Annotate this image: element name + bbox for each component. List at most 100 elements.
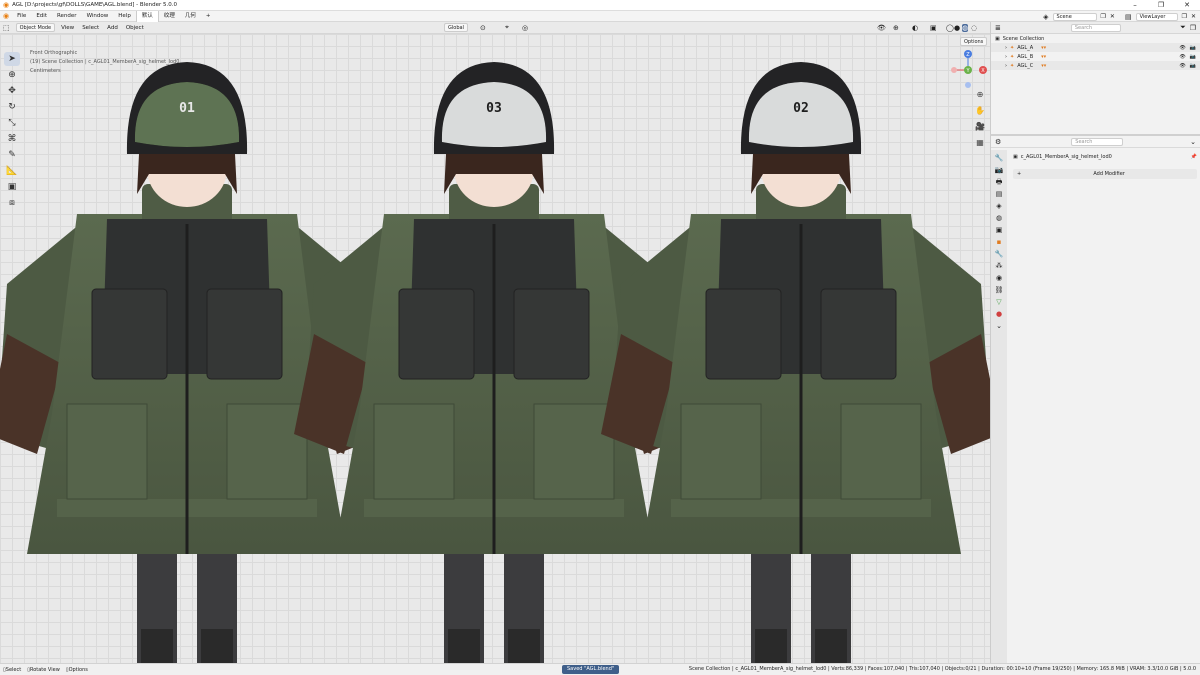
overlay-toggle-icon[interactable]: ◐ (912, 24, 918, 32)
scene-copy-icon[interactable]: ❐ (1101, 13, 1106, 20)
scene-icon: ◈ (1043, 12, 1049, 21)
menu-window[interactable]: Window (82, 13, 114, 19)
viewport-header: ⬚ Object Mode View Select Add Object Glo… (0, 22, 990, 34)
minimize-button[interactable]: – (1122, 0, 1148, 11)
scene-remove-icon[interactable]: ✕ (1110, 13, 1115, 20)
xray-icon[interactable]: ▣ (930, 24, 937, 32)
measure-tool-icon[interactable]: 📐 (4, 164, 20, 178)
menu-object[interactable]: Object (122, 25, 148, 31)
add-workspace-button[interactable]: + (201, 11, 216, 22)
gizmo-neg-x-axis[interactable] (951, 67, 957, 73)
eye-icon[interactable]: 👁 (1179, 54, 1185, 60)
close-button[interactable]: ✕ (1174, 0, 1200, 11)
outliner-row-agl-c[interactable]: › ✦ AGL_C ▾▾ 👁 📷 (991, 61, 1200, 70)
new-collection-icon[interactable]: ❐ (1190, 24, 1196, 32)
view-layer-copy-icon[interactable]: ❐ (1182, 13, 1187, 20)
more-tabs-icon[interactable]: ⌄ (996, 322, 1002, 331)
rotate-tool-icon[interactable]: ↻ (4, 100, 20, 114)
view-layer-selector[interactable]: ViewLayer (1135, 12, 1178, 21)
menu-select[interactable]: Select (78, 25, 103, 31)
expand-arrow-icon[interactable]: › (1005, 63, 1007, 69)
transform-tool-icon[interactable]: ⌘ (4, 132, 20, 146)
render-tab-icon[interactable]: 📷 (995, 166, 1004, 175)
annotate-tool-icon[interactable]: ✎ (4, 148, 20, 162)
pivot-icon[interactable]: ⊙ (480, 24, 486, 32)
gizmo-neg-z-axis[interactable] (965, 82, 971, 88)
maximize-button[interactable]: ❐ (1148, 0, 1174, 11)
object-mode-dropdown[interactable]: Object Mode (15, 23, 56, 32)
outliner-search-input[interactable]: Search (1070, 23, 1121, 32)
view-layer-tab-icon[interactable]: ▤ (996, 190, 1003, 199)
extrude-tool-icon[interactable]: ⧈ (4, 196, 20, 210)
material-tab-icon[interactable]: ● (996, 310, 1002, 319)
outliner-row-agl-b[interactable]: › ✦ AGL_B ▾▾ 👁 📷 (991, 52, 1200, 61)
shading-wireframe-icon[interactable]: ◯ (946, 24, 954, 32)
camera-icon[interactable]: 📷 (1190, 63, 1196, 69)
armature-icon: ✦ (1010, 53, 1015, 60)
menu-help[interactable]: Help (113, 13, 136, 19)
constraints-tab-icon[interactable]: ⛓ (995, 286, 1004, 295)
editor-type-icon[interactable]: ⬚ (3, 24, 10, 32)
menu-view[interactable]: View (57, 25, 78, 31)
expand-arrow-icon[interactable]: › (1005, 45, 1007, 51)
expand-arrow-icon[interactable]: › (1005, 54, 1007, 60)
menu-edit[interactable]: Edit (31, 13, 52, 19)
properties-search-input[interactable]: Search (1071, 137, 1124, 146)
camera-icon[interactable]: 📷 (1190, 54, 1196, 60)
output-tab-icon[interactable]: 🖶 (996, 178, 1003, 187)
data-tab-icon[interactable]: ▽ (996, 298, 1001, 307)
view-layer-remove-icon[interactable]: ✕ (1191, 13, 1196, 20)
camera-view-icon[interactable]: 🎥 (974, 122, 986, 134)
properties-options-icon[interactable]: ⌄ (1190, 138, 1196, 146)
pin-icon[interactable]: 📌 (1191, 154, 1197, 160)
menu-file[interactable]: File (12, 13, 31, 19)
properties-editor-icon[interactable]: ⚙ (995, 138, 1001, 146)
object-tab-icon[interactable]: ▪ (997, 238, 1002, 247)
physics-tab-icon[interactable]: ◉ (996, 274, 1002, 283)
status-rotate-view: Rotate View (29, 666, 60, 673)
outliner-row-agl-a[interactable]: › ✦ AGL_A ▾▾ 👁 📷 (991, 43, 1200, 52)
saved-notification: Saved "AGL.blend" (562, 665, 620, 674)
gizmo-z-label: Z (966, 52, 970, 58)
move-tool-icon[interactable]: ✥ (4, 84, 20, 98)
outliner-editor-icon[interactable]: ≣ (995, 24, 1001, 32)
transform-orientation-dropdown[interactable]: Global (444, 23, 468, 32)
menu-add[interactable]: Add (103, 25, 122, 31)
eye-icon[interactable]: 👁 (1179, 63, 1185, 69)
proportional-edit-icon[interactable]: ◎ (522, 24, 528, 32)
scene-selector[interactable]: Scene (1052, 12, 1097, 21)
workspace-tab-geometry[interactable]: 几何 (180, 11, 201, 22)
scale-tool-icon[interactable]: ⤡ (4, 116, 20, 130)
pan-hand-icon[interactable]: ✋ (974, 106, 986, 118)
particles-tab-icon[interactable]: ⁂ (996, 262, 1003, 271)
zoom-icon[interactable]: ⊕ (974, 90, 986, 102)
modifier-tab-icon[interactable]: 🔧 (995, 250, 1004, 259)
3d-viewport[interactable]: 01 03 02 Front Orthographic (19) Scene C… (0, 34, 990, 663)
shading-solid-icon[interactable]: ● (954, 24, 960, 32)
shading-rendered-icon[interactable]: ◌ (971, 24, 977, 32)
select-tool-icon[interactable]: ➤ (4, 52, 20, 66)
gizmo-toggle-icon[interactable]: ⊕ (893, 24, 899, 32)
workspace-tab-texture[interactable]: 纹理 (159, 11, 180, 22)
add-modifier-button[interactable]: Add Modifier (1093, 171, 1125, 177)
collection-tab-icon[interactable]: ▣ (996, 226, 1003, 235)
options-dropdown[interactable]: Options (960, 37, 988, 46)
perspective-grid-icon[interactable]: ▦ (974, 138, 986, 150)
scene-tab-icon[interactable]: ◈ (996, 202, 1001, 211)
filter-icon[interactable]: ⏷ (1180, 23, 1186, 32)
navigation-gizmo[interactable]: Z X Y (946, 46, 990, 94)
add-cube-tool-icon[interactable]: ▣ (4, 180, 20, 194)
shading-material-icon[interactable]: ◍ (962, 23, 969, 32)
camera-icon[interactable]: 📷 (1190, 45, 1196, 51)
tool-shelf: ➤ ⊕ ✥ ↻ ⤡ ⌘ ✎ 📐 ▣ ⧈ (4, 52, 22, 210)
world-tab-icon[interactable]: ◍ (996, 214, 1002, 223)
eye-icon[interactable]: 👁 (1179, 45, 1185, 51)
menu-render[interactable]: Render (52, 13, 82, 19)
workspace-tab-default[interactable]: 默认 (135, 10, 159, 22)
visibility-icon[interactable]: 👁 (877, 24, 886, 32)
snap-icon[interactable]: ⌖ (505, 23, 509, 32)
outliner-root[interactable]: ▣ Scene Collection (991, 34, 1200, 43)
tool-tab-icon[interactable]: 🔧 (995, 154, 1004, 163)
cursor-tool-icon[interactable]: ⊕ (4, 68, 20, 82)
blender-menu-icon[interactable]: ◉ (3, 12, 9, 20)
